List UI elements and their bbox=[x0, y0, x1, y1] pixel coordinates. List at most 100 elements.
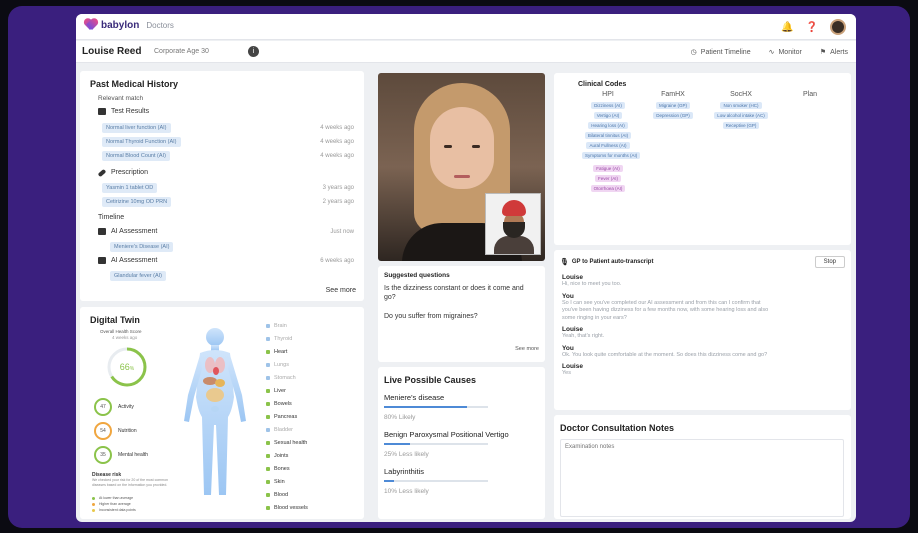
likelihood-bar-fill bbox=[384, 406, 468, 408]
clinical-code-tag[interactable]: Vertigo (AI) bbox=[593, 112, 623, 119]
gauge-mental-health[interactable]: 35 Mental health bbox=[94, 446, 148, 464]
cause-item[interactable]: Meniere's disease 80% Likely bbox=[384, 393, 488, 421]
column-header: HPI bbox=[602, 91, 614, 98]
organ-item[interactable]: Joints bbox=[266, 449, 356, 462]
clinical-code-tag[interactable]: Aural Fullness (AI) bbox=[586, 142, 630, 149]
cause-item[interactable]: Labyrinthitis 10% Less likely bbox=[384, 467, 488, 495]
sochx-column: SocHX Non smoker (HC) Low alcohol intake … bbox=[706, 91, 776, 132]
clinical-code-tag[interactable]: Fatigue (AI) bbox=[593, 165, 623, 172]
clinical-code-tag[interactable]: Non smoker (HC) bbox=[720, 102, 762, 109]
gauge-nutrition[interactable]: 54 Nutrition bbox=[94, 422, 137, 440]
top-bar: babylon Doctors 🔔 ❓ bbox=[76, 14, 856, 40]
card-title: Clinical Codes bbox=[578, 81, 627, 88]
suggested-question-2[interactable]: Do you suffer from migraines? bbox=[384, 312, 534, 321]
activity-gauge-ring: 47 bbox=[94, 398, 112, 416]
famhx-column: FamHX Migraine (GP) Depression (GP) bbox=[648, 91, 698, 122]
list-item[interactable]: Normal liver function (AI) 4 weeks ago bbox=[102, 123, 354, 133]
list-item[interactable]: Cetirizine 10mg OD PRN 2 years ago bbox=[102, 197, 354, 207]
brand-logo[interactable]: babylon Doctors bbox=[84, 19, 174, 31]
organ-item[interactable]: Brain bbox=[266, 319, 356, 332]
likelihood-label: 10% Less likely bbox=[384, 488, 429, 495]
clinical-code-tag[interactable]: Bilateral tinnitus (AI) bbox=[584, 132, 632, 139]
hpi-tags: Dizziness (AI) Vertigo (AI) Hearing loss (… bbox=[582, 102, 641, 192]
gauge-activity[interactable]: 47 Activity bbox=[94, 398, 134, 416]
organ-label: Blood bbox=[274, 491, 289, 498]
organ-status-dot-icon bbox=[266, 349, 270, 354]
patient-video-eye bbox=[472, 145, 480, 148]
notification-bell-icon[interactable]: 🔔 bbox=[781, 22, 793, 33]
video-call-main[interactable] bbox=[378, 73, 545, 261]
examination-notes-field[interactable] bbox=[560, 439, 844, 517]
see-more-link[interactable]: See more bbox=[326, 287, 356, 294]
column-header: FamHX bbox=[661, 91, 685, 98]
patient-video-eye bbox=[444, 145, 452, 148]
prescription-label: Prescription bbox=[111, 169, 148, 176]
organ-label: Sexual health bbox=[274, 439, 308, 446]
list-item[interactable]: AI Assessment 6 weeks ago bbox=[98, 257, 354, 264]
hpi-column: HPI Dizziness (AI) Vertigo (AI) Hearing lo… bbox=[582, 91, 641, 195]
list-item[interactable]: Normal Blood Count (AI) 4 weeks ago bbox=[102, 151, 354, 161]
organ-item[interactable]: Heart bbox=[266, 345, 356, 358]
organ-item[interactable]: Bowels bbox=[266, 397, 356, 410]
help-icon[interactable]: ❓ bbox=[806, 22, 818, 33]
clinical-code-tag[interactable]: Depression (GP) bbox=[653, 112, 693, 119]
see-more-link[interactable]: See more bbox=[515, 346, 539, 352]
list-item[interactable]: AI Assessment Just now bbox=[98, 228, 354, 235]
card-title: Doctor Consultation Notes bbox=[560, 423, 674, 433]
time-ago: Just now bbox=[330, 228, 354, 235]
clinical-code-tag[interactable]: Receptive (GP) bbox=[722, 122, 760, 129]
patient-timeline-link[interactable]: ◷ Patient Timeline bbox=[691, 48, 751, 56]
list-item[interactable]: Normal Thyroid Function (AI) 4 weeks ago bbox=[102, 137, 354, 147]
organ-item[interactable]: Blood vessels bbox=[266, 501, 356, 514]
alerts-link[interactable]: ⚑ Alerts bbox=[820, 48, 848, 56]
health-score-value: 66 bbox=[120, 362, 130, 372]
clinical-code-tag[interactable]: Symptoms for months (AI) bbox=[582, 152, 641, 159]
health-score-gauge: 66% bbox=[107, 347, 147, 387]
organ-item[interactable]: Blood bbox=[266, 488, 356, 501]
list-item[interactable]: Yasmin 1 tablet OD 3 years ago bbox=[102, 183, 354, 193]
organ-item[interactable]: Lungs bbox=[266, 358, 356, 371]
organ-status-dot-icon bbox=[266, 427, 270, 432]
test-result-tag: Normal Thyroid Function (AI) bbox=[102, 137, 181, 147]
organ-item[interactable]: Pancreas bbox=[266, 410, 356, 423]
relevant-match-label: Relevant match bbox=[98, 95, 144, 102]
organ-label: Liver bbox=[274, 387, 286, 394]
organ-status-dot-icon bbox=[266, 401, 270, 406]
risk-key-text: Higher than average bbox=[99, 502, 131, 506]
clinical-code-tag[interactable]: Migraine (GP) bbox=[655, 102, 690, 109]
clinical-code-tag[interactable]: Low alcohol intake (AC) bbox=[714, 112, 768, 119]
clinical-code-tag[interactable]: Fever (AI) bbox=[594, 175, 621, 182]
ai-assessment-tag[interactable]: Meniere's Disease (AI) bbox=[110, 242, 174, 252]
avatar[interactable] bbox=[830, 19, 846, 35]
organ-item[interactable]: Bones bbox=[266, 462, 356, 475]
patient-meta: Corporate Age 30 bbox=[154, 48, 209, 55]
column-header: SocHX bbox=[730, 91, 752, 98]
info-icon[interactable]: i bbox=[248, 46, 259, 57]
cause-item[interactable]: Benign Paroxysmal Positional Vertigo 25% … bbox=[384, 430, 509, 458]
organ-label: Lungs bbox=[274, 361, 289, 368]
clinical-code-tag[interactable]: Otorrhoea (AI) bbox=[590, 185, 626, 192]
organ-item[interactable]: Sexual health bbox=[266, 436, 356, 449]
chat-icon bbox=[98, 228, 106, 235]
organ-label: Heart bbox=[274, 348, 288, 355]
clinical-code-tag[interactable]: Dizziness (AI) bbox=[591, 102, 625, 109]
monitor-link[interactable]: ∿ Monitor bbox=[769, 48, 802, 56]
suggested-question-1[interactable]: Is the dizziness constant or does it com… bbox=[384, 284, 534, 302]
nutrition-label: Nutrition bbox=[118, 428, 137, 434]
organ-label: Joints bbox=[274, 452, 289, 459]
stop-transcript-button[interactable]: Stop bbox=[814, 256, 845, 268]
chat-message: So I can see you've completed our AI ass… bbox=[562, 299, 769, 321]
organ-label: Bones bbox=[274, 465, 290, 472]
doctor-video-pip[interactable] bbox=[485, 193, 541, 255]
organ-item[interactable]: Thyroid bbox=[266, 332, 356, 345]
organ-item[interactable]: Liver bbox=[266, 384, 356, 397]
risk-key-lower: At lower than average bbox=[92, 496, 133, 500]
clinical-code-tag[interactable]: Hearing loss (AI) bbox=[588, 122, 628, 129]
ai-assessment-tag[interactable]: Glandular fever (AI) bbox=[110, 271, 166, 281]
organ-item[interactable]: Bladder bbox=[266, 423, 356, 436]
organ-item[interactable]: Skin bbox=[266, 475, 356, 488]
patient-video-mouth bbox=[454, 175, 470, 178]
organ-item[interactable]: Stomach bbox=[266, 371, 356, 384]
organ-label: Thyroid bbox=[274, 335, 293, 342]
chat-icon bbox=[98, 257, 106, 264]
